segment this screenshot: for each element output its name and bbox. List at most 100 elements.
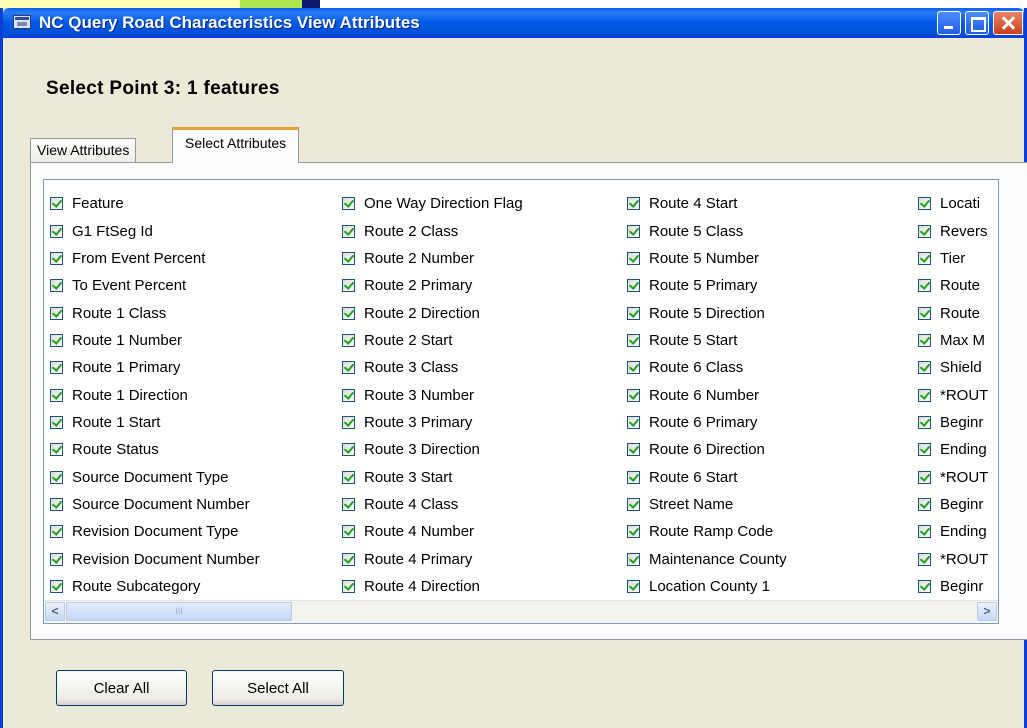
attribute-checkbox-item[interactable]: Beginr [918, 409, 988, 436]
attribute-checkbox-item[interactable]: Route [918, 299, 988, 326]
attribute-checkbox-item[interactable]: From Event Percent [50, 245, 260, 272]
checkbox-checked[interactable] [50, 197, 63, 211]
attribute-checkbox-item[interactable]: Route Ramp Code [627, 518, 787, 545]
attribute-checkbox-item[interactable]: Route 4 Start [627, 190, 787, 217]
attribute-checkbox-item[interactable]: Route 3 Primary [342, 409, 523, 436]
checkbox-checked[interactable] [918, 497, 931, 511]
select-all-button[interactable]: Select All [212, 670, 344, 706]
checkbox-checked[interactable] [627, 525, 640, 539]
attribute-checkbox-item[interactable]: Street Name [627, 491, 787, 518]
attribute-checkbox-item[interactable]: Route 3 Class [342, 354, 523, 381]
attribute-checkbox-item[interactable]: Source Document Number [50, 491, 260, 518]
minimize-button[interactable] [937, 11, 961, 35]
checkbox-checked[interactable] [50, 525, 63, 539]
checkbox-checked[interactable] [50, 279, 63, 293]
attribute-checkbox-item[interactable]: Route 4 Number [342, 518, 523, 545]
attribute-checkbox-item[interactable]: Revision Document Type [50, 518, 260, 545]
attribute-checkbox-item[interactable]: Route 5 Start [627, 327, 787, 354]
attribute-checkbox-item[interactable]: Route 4 Primary [342, 545, 523, 572]
attribute-checkbox-item[interactable]: Ending [918, 436, 988, 463]
attribute-checkbox-item[interactable]: Route 6 Number [627, 381, 787, 408]
scroll-thumb[interactable]: III [66, 602, 292, 621]
attribute-checkbox-item[interactable]: Route 1 Direction [50, 381, 260, 408]
clear-all-button[interactable]: Clear All [56, 670, 187, 706]
attribute-checkbox-item[interactable]: Route 3 Direction [342, 436, 523, 463]
checkbox-checked[interactable] [342, 470, 355, 484]
checkbox-checked[interactable] [342, 251, 355, 265]
attribute-checkbox-item[interactable]: Shield [918, 354, 988, 381]
checkbox-checked[interactable] [50, 361, 63, 375]
checkbox-checked[interactable] [627, 333, 640, 347]
attribute-checkbox-item[interactable]: Route 6 Class [627, 354, 787, 381]
checkbox-checked[interactable] [342, 443, 355, 457]
attribute-checkbox-item[interactable]: Route [918, 272, 988, 299]
checkbox-checked[interactable] [918, 388, 931, 402]
attribute-checkbox-item[interactable]: Route 1 Number [50, 327, 260, 354]
attribute-checkbox-item[interactable]: Source Document Type [50, 463, 260, 490]
attribute-checkbox-item[interactable]: G1 FtSeg Id [50, 217, 260, 244]
attribute-checkbox-item[interactable]: Locati [918, 190, 988, 217]
checkbox-checked[interactable] [50, 579, 63, 593]
checkbox-checked[interactable] [627, 197, 640, 211]
checkbox-checked[interactable] [627, 415, 640, 429]
checkbox-checked[interactable] [342, 388, 355, 402]
checkbox-checked[interactable] [342, 197, 355, 211]
attribute-checkbox-item[interactable]: Route 6 Start [627, 463, 787, 490]
checkbox-checked[interactable] [342, 224, 355, 238]
checkbox-checked[interactable] [50, 224, 63, 238]
checkbox-checked[interactable] [342, 497, 355, 511]
checkbox-checked[interactable] [342, 306, 355, 320]
checkbox-checked[interactable] [627, 579, 640, 593]
attribute-checkbox-item[interactable]: Route 3 Number [342, 381, 523, 408]
checkbox-checked[interactable] [918, 443, 931, 457]
checkbox-checked[interactable] [918, 579, 931, 593]
checkbox-checked[interactable] [342, 415, 355, 429]
attribute-checkbox-item[interactable]: Tier [918, 245, 988, 272]
maximize-button[interactable] [965, 11, 989, 35]
checkbox-checked[interactable] [918, 415, 931, 429]
checkbox-checked[interactable] [342, 552, 355, 566]
attribute-checkbox-item[interactable]: Route 2 Primary [342, 272, 523, 299]
attribute-checkbox-item[interactable]: To Event Percent [50, 272, 260, 299]
checkbox-checked[interactable] [50, 333, 63, 347]
attribute-checkbox-item[interactable]: Feature [50, 190, 260, 217]
checkbox-checked[interactable] [627, 224, 640, 238]
attribute-checkbox-item[interactable]: Route 5 Direction [627, 299, 787, 326]
checkbox-checked[interactable] [918, 251, 931, 265]
checkbox-checked[interactable] [918, 224, 931, 238]
attribute-checkbox-item[interactable]: Route 5 Number [627, 245, 787, 272]
attribute-checklist[interactable]: Feature G1 FtSeg Id From Event Percent To E… [43, 179, 999, 624]
checkbox-checked[interactable] [342, 333, 355, 347]
checkbox-checked[interactable] [918, 470, 931, 484]
attribute-checkbox-item[interactable]: Route 2 Start [342, 327, 523, 354]
attribute-checkbox-item[interactable]: Revision Document Number [50, 545, 260, 572]
checkbox-checked[interactable] [627, 470, 640, 484]
checkbox-checked[interactable] [918, 525, 931, 539]
attribute-checkbox-item[interactable]: *ROUT [918, 545, 988, 572]
checkbox-checked[interactable] [627, 443, 640, 457]
scroll-right-button[interactable]: > [977, 602, 997, 621]
checkbox-checked[interactable] [342, 279, 355, 293]
checkbox-checked[interactable] [342, 579, 355, 593]
attribute-checkbox-item[interactable]: Revers [918, 217, 988, 244]
checkbox-checked[interactable] [50, 552, 63, 566]
tab-select-attributes[interactable]: Select Attributes [172, 127, 300, 163]
attribute-checkbox-item[interactable]: Route 4 Class [342, 491, 523, 518]
checkbox-checked[interactable] [918, 361, 931, 375]
checkbox-checked[interactable] [50, 415, 63, 429]
checkbox-checked[interactable] [50, 497, 63, 511]
attribute-checkbox-item[interactable]: Route 1 Start [50, 409, 260, 436]
attribute-checkbox-item[interactable]: Max M [918, 327, 988, 354]
attribute-checkbox-item[interactable]: Route 2 Direction [342, 299, 523, 326]
tab-view-attributes[interactable]: View Attributes [30, 138, 137, 162]
close-button[interactable] [993, 11, 1023, 35]
checkbox-checked[interactable] [627, 251, 640, 265]
attribute-checkbox-item[interactable]: Beginr [918, 491, 988, 518]
attribute-checkbox-item[interactable]: Beginr [918, 573, 988, 600]
attribute-checkbox-item[interactable]: *ROUT [918, 381, 988, 408]
checkbox-checked[interactable] [342, 361, 355, 375]
attribute-checkbox-item[interactable]: One Way Direction Flag [342, 190, 523, 217]
checkbox-checked[interactable] [918, 197, 931, 211]
app-window-icon[interactable] [13, 15, 31, 29]
attribute-checkbox-item[interactable]: Maintenance County [627, 545, 787, 572]
